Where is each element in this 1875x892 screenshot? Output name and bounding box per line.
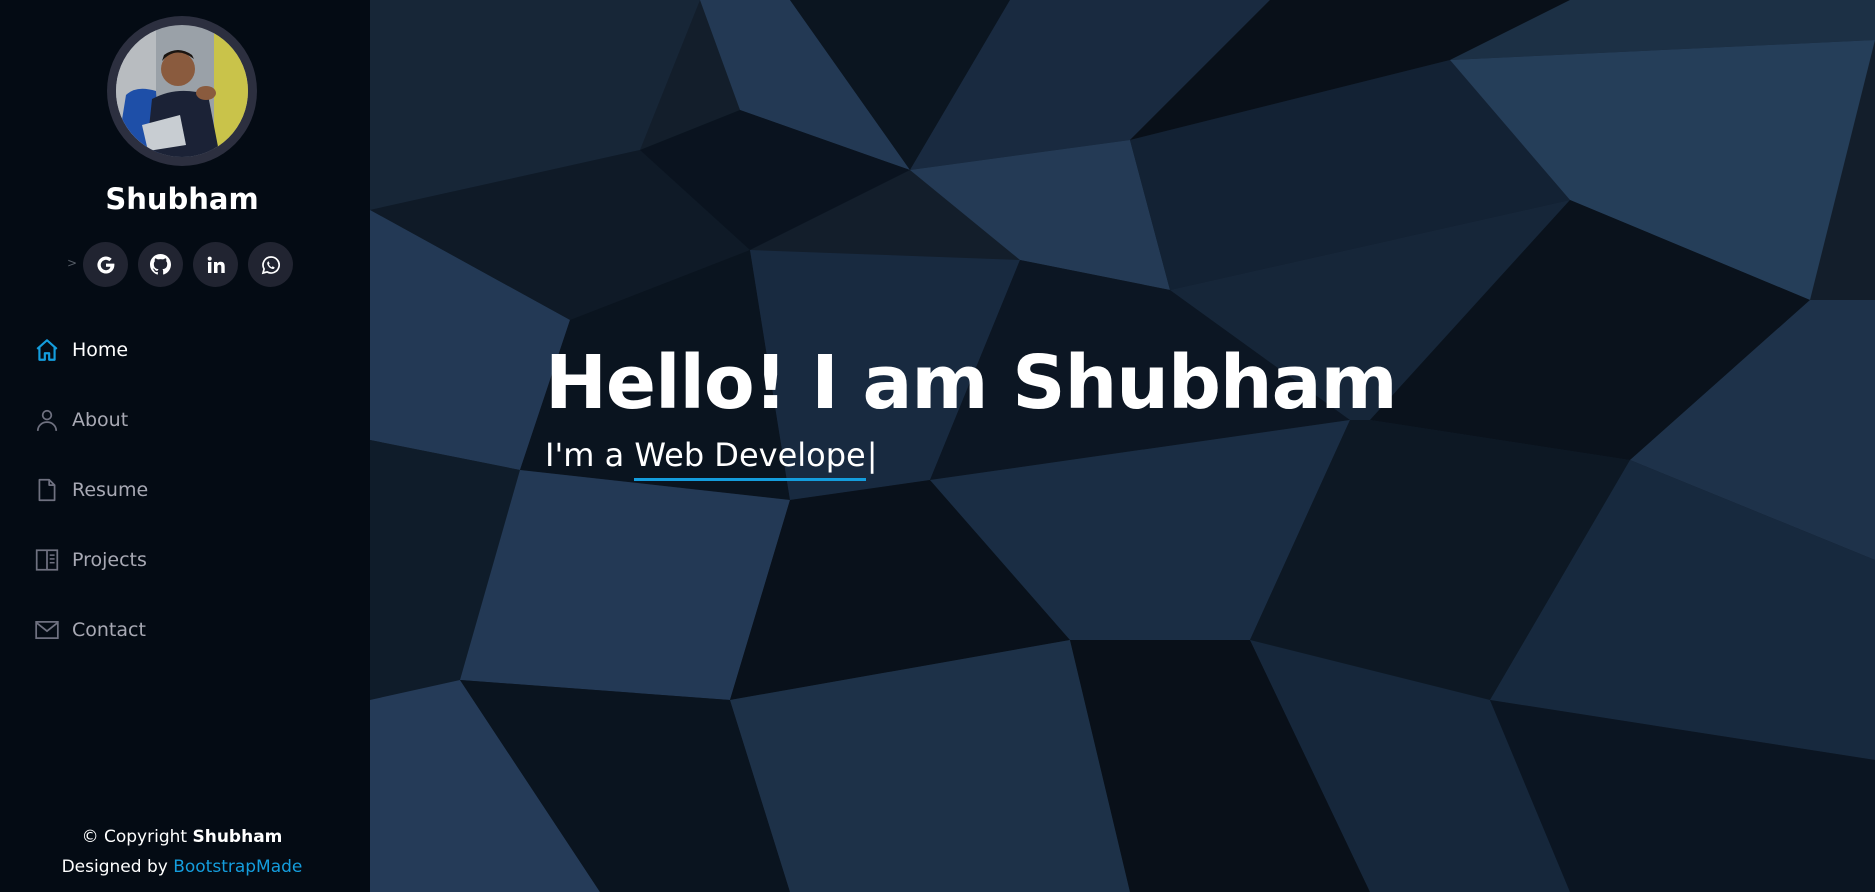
linkedin-link[interactable] (193, 242, 238, 287)
subtitle-prefix: I'm a (545, 436, 625, 474)
copyright-name: Shubham (192, 827, 283, 847)
linkedin-icon (207, 256, 225, 273)
nav-item-contact[interactable]: Contact (32, 610, 332, 650)
nav-label-resume: Resume (72, 479, 149, 501)
nav-label-home: Home (72, 339, 129, 361)
copyright-prefix: © Copyright (81, 827, 188, 847)
book-icon (32, 545, 62, 575)
envelope-icon (32, 615, 62, 645)
nav-label-contact: Contact (72, 619, 146, 641)
profile-name: Shubham (105, 182, 259, 216)
github-link[interactable] (138, 242, 183, 287)
hero-section: Hello! I am Shubham I'm a Web Develope| (370, 0, 1875, 892)
credits-prefix: Designed by (61, 857, 168, 877)
social-prefix: > (67, 256, 78, 270)
profile-photo (116, 25, 248, 157)
nav-item-home[interactable]: Home (32, 330, 332, 370)
file-icon (32, 475, 62, 505)
typed-cursor: | (866, 436, 878, 474)
profile-avatar (107, 16, 257, 166)
nav-item-about[interactable]: About (32, 400, 332, 440)
typed-text: Web Develope (634, 436, 866, 481)
nav-item-projects[interactable]: Projects (32, 540, 332, 580)
google-link[interactable] (83, 242, 128, 287)
nav-item-resume[interactable]: Resume (32, 470, 332, 510)
nav-label-about: About (72, 409, 129, 431)
home-icon (32, 335, 62, 365)
copyright: © Copyright Shubham (0, 827, 364, 847)
nav-label-projects: Projects (72, 549, 147, 571)
google-icon (96, 256, 114, 274)
hero-subtitle: I'm a Web Develope| (545, 436, 878, 481)
bootstrapmade-link[interactable]: BootstrapMade (173, 857, 302, 877)
whatsapp-link[interactable] (248, 242, 293, 287)
person-icon (32, 405, 62, 435)
credits: Designed by BootstrapMade (0, 857, 364, 877)
github-icon (150, 254, 171, 275)
hero-title: Hello! I am Shubham (545, 340, 1398, 426)
whatsapp-icon (261, 255, 280, 274)
sidebar: Shubham > Home About Resume Projects Con… (0, 0, 370, 892)
